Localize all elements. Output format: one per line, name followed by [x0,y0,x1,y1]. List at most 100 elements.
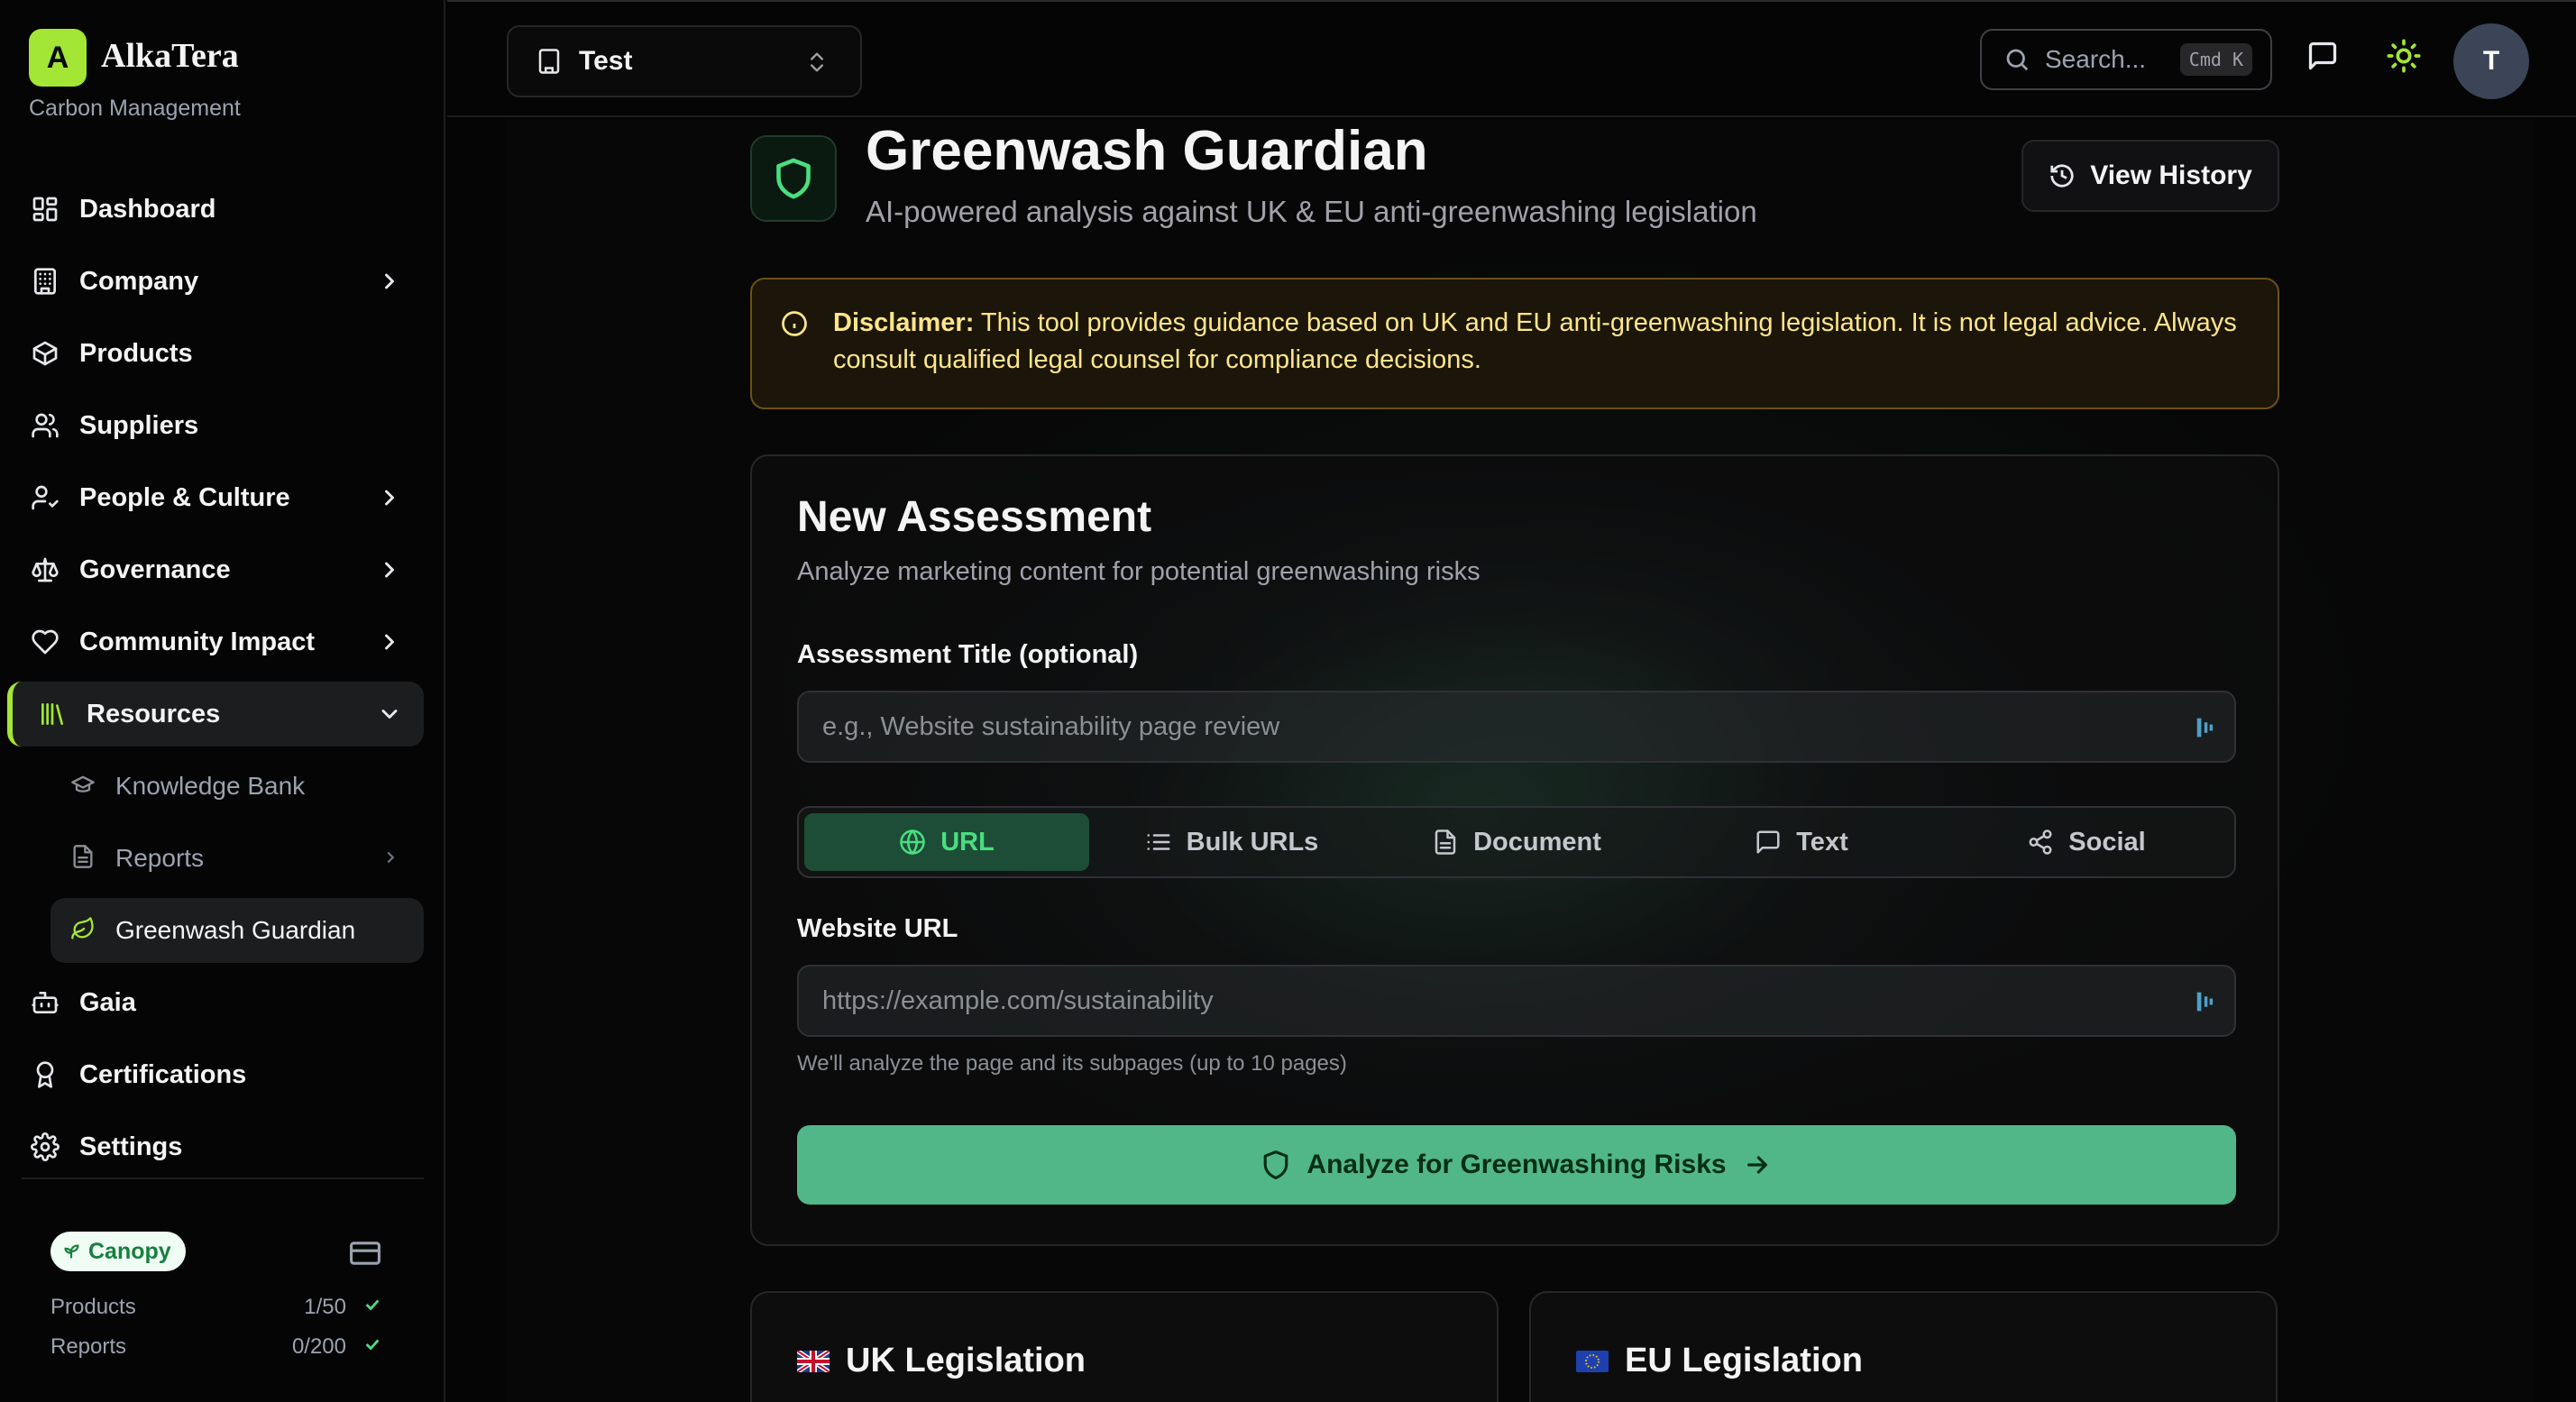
search-placeholder: Search... [2045,45,2147,73]
password-manager-icon[interactable] [2195,988,2216,1022]
legislation-title-label: UK Legislation [846,1342,1086,1379]
sidebar-item-label: Products [79,338,193,368]
brand-subtitle: Carbon Management [29,96,241,121]
assessment-title-input[interactable]: e.g., Website sustainability page review [797,691,2236,763]
plan-row-value: 0/200 [291,1334,346,1359]
top-bar: Test Search... Cmd K T [447,0,2576,117]
history-icon [2050,164,2074,188]
sidebar-item-label: Governance [79,554,231,584]
search-input[interactable]: Search... Cmd K [1980,29,2272,90]
shield-icon [750,135,837,222]
brand-name: AlkaTera [101,37,239,75]
plan-row-reports: Reports 0/200 [50,1334,382,1361]
sidebar-item-label: Community Impact [79,627,316,656]
sidebar-item-community-impact[interactable]: Community Impact [7,609,424,674]
divider [22,1177,424,1179]
chevron-right-icon [377,629,402,655]
eu-flag-icon [1576,1350,1609,1372]
uk-flag-icon [797,1350,830,1372]
tab-social[interactable]: Social [1944,813,2229,871]
message-square-icon [2308,41,2337,70]
sidebar-subitem-label: Greenwash Guardian [115,916,356,944]
sidebar-item-products[interactable]: Products [7,321,424,386]
tab-label: URL [940,827,995,857]
tab-url[interactable]: URL [804,813,1089,871]
sidebar-item-governance[interactable]: Governance [7,537,424,602]
assessment-title-label: Assessment Title (optional) [797,640,1139,669]
sidebar-item-label: Suppliers [79,410,199,440]
award-icon [29,1058,61,1091]
plan-usage: Canopy Products 1/50 Reports 0/200 [0,1177,445,1402]
building-icon [538,49,560,74]
check-icon [362,1334,382,1361]
analyze-button-label: Analyze for Greenwashing Risks [1306,1150,1727,1179]
website-url-input[interactable]: https://example.com/sustainability [797,965,2236,1037]
chevron-right-icon [377,557,402,582]
message-square-icon [1756,830,1780,854]
package-icon [29,337,61,370]
tab-bulk-urls[interactable]: Bulk URLs [1089,813,1374,871]
tab-document[interactable]: Document [1374,813,1659,871]
organization-select[interactable]: Test [507,25,862,97]
tab-label: Text [1796,827,1848,857]
building-icon [29,265,61,298]
plan-row-products: Products 1/50 [50,1295,382,1321]
tab-label: Document [1473,827,1601,857]
plan-badge-label: Canopy [88,1238,171,1264]
chevrons-up-down-icon [804,49,830,80]
sun-icon [2387,39,2421,73]
chevron-right-icon [377,269,402,294]
sidebar-item-gaia[interactable]: Gaia [7,970,424,1035]
scale-icon [29,554,61,586]
website-url-placeholder: https://example.com/sustainability [822,985,1214,1015]
sidebar-item-label: Dashboard [79,194,216,224]
sidebar-subitem-knowledge-bank[interactable]: Knowledge Bank [50,754,424,819]
disclaimer-body: This tool provides guidance based on UK … [833,308,2237,374]
sidebar: A AlkaTera Carbon Management Dashboard C… [0,0,445,1402]
sidebar-subitem-label: Knowledge Bank [115,772,306,800]
legislation-title-label: EU Legislation [1625,1342,1863,1379]
sidebar-item-company[interactable]: Company [7,249,424,314]
sidebar-item-people-culture[interactable]: People & Culture [7,465,424,530]
plan-row-label: Products [50,1295,136,1319]
plan-badge[interactable]: Canopy [50,1232,186,1271]
tab-text[interactable]: Text [1659,813,1944,871]
sidebar-item-certifications[interactable]: Certifications [7,1042,424,1107]
user-check-icon [29,481,61,514]
arrow-right-icon [1746,1156,1767,1174]
heart-icon [29,626,61,658]
sidebar-item-settings[interactable]: Settings [7,1114,424,1179]
sidebar-item-label: Settings [79,1132,183,1161]
credit-card-icon[interactable] [350,1241,380,1270]
sidebar-item-dashboard[interactable]: Dashboard [7,177,424,242]
gear-icon [29,1131,61,1163]
plan-row-label: Reports [50,1334,127,1359]
user-avatar[interactable]: T [2453,23,2529,99]
new-assessment-card: New Assessment Analyze marketing content… [750,454,2279,1246]
sidebar-subitem-reports[interactable]: Reports [50,826,424,891]
view-history-button[interactable]: View History [2021,140,2279,212]
card-title: New Assessment [797,493,1152,541]
share-icon [2029,829,2052,855]
dashboard-grid-icon [29,193,61,225]
leaf-icon [70,916,96,946]
plan-row-value: 1/50 [304,1295,346,1319]
sidebar-subitem-greenwash-guardian[interactable]: Greenwash Guardian [50,898,424,963]
users-icon [29,409,61,442]
password-manager-icon[interactable] [2195,714,2216,748]
feedback-button[interactable] [2306,40,2346,79]
analyze-button[interactable]: Analyze for Greenwashing Risks [797,1125,2236,1205]
sidebar-item-suppliers[interactable]: Suppliers [7,393,424,458]
sidebar-item-label: People & Culture [79,482,290,512]
theme-toggle-button[interactable] [2386,38,2425,78]
graduation-cap-icon [70,772,96,802]
tab-label: Bulk URLs [1186,827,1319,857]
sidebar-item-label: Resources [87,699,221,728]
assessment-title-placeholder: e.g., Website sustainability page review [822,711,1280,741]
organization-name: Test [579,46,633,76]
list-icon [1147,834,1170,850]
sidebar-item-resources[interactable]: Resources [7,682,424,747]
sidebar-item-label: Company [79,266,199,296]
disclaimer-label: Disclaimer: [833,308,975,337]
uk-legislation-title: UK Legislation [797,1342,1086,1380]
